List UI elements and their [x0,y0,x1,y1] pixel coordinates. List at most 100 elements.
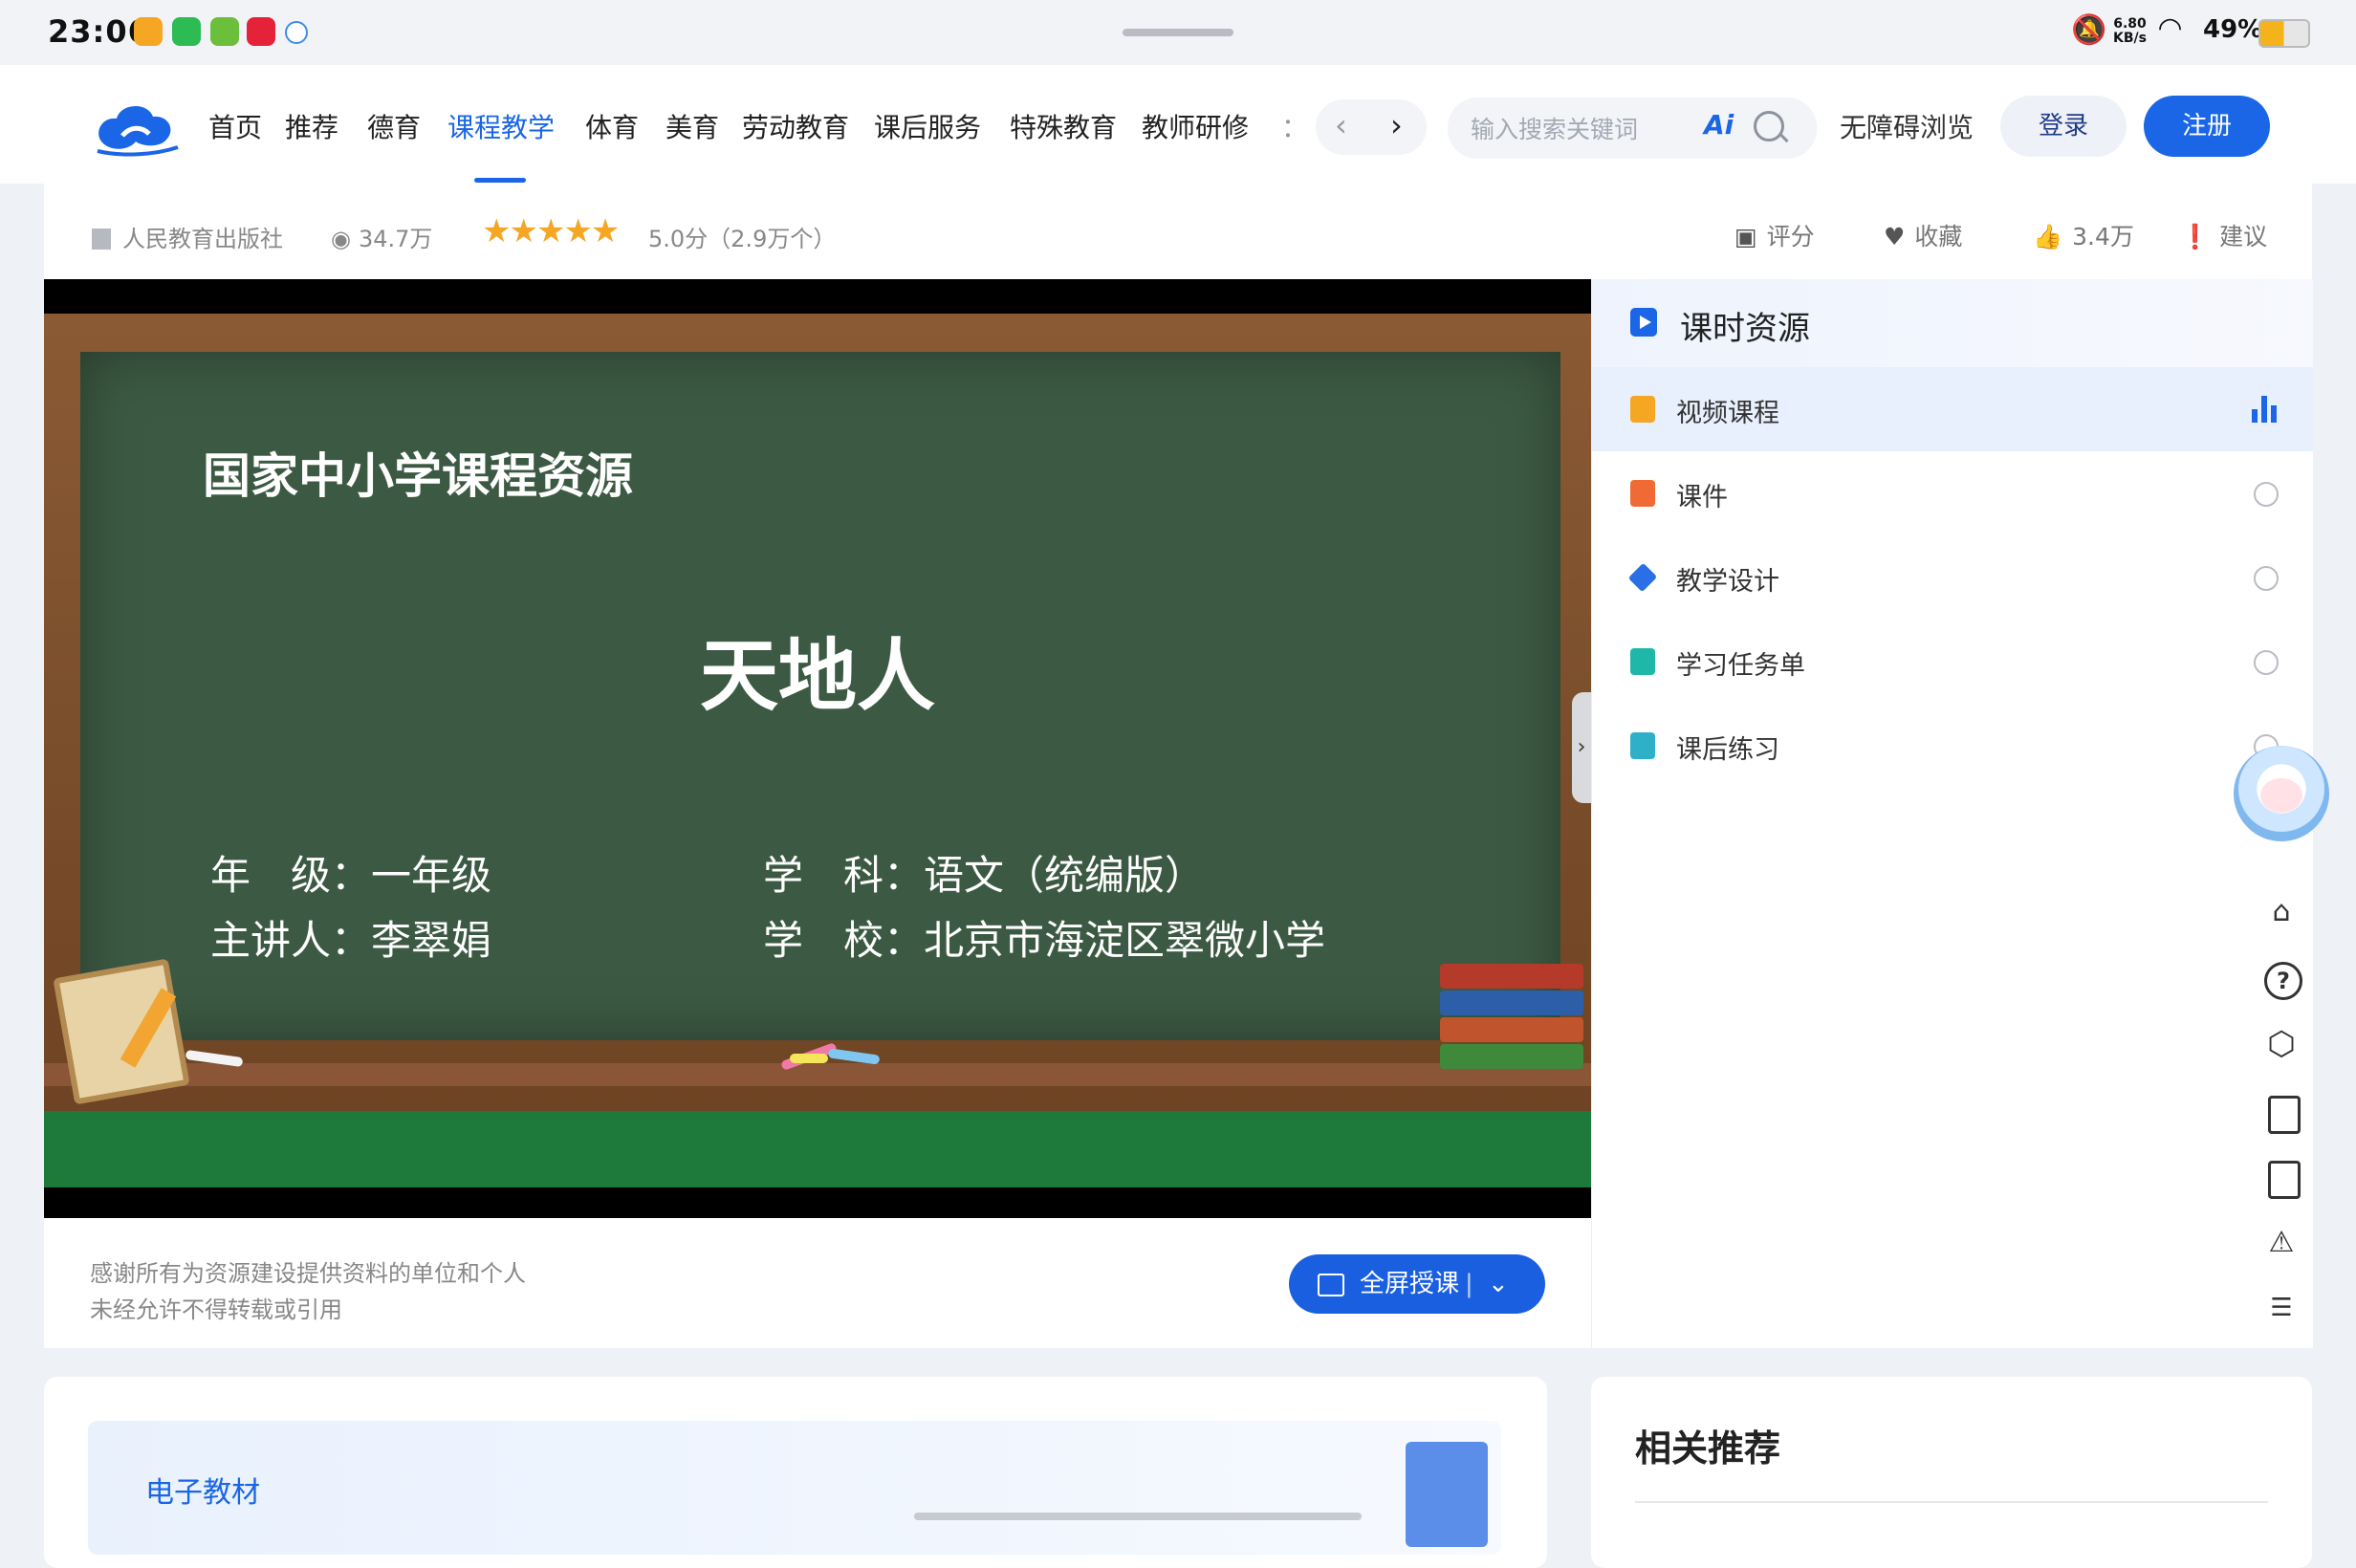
play-icon [1630,308,1657,337]
video-player[interactable]: 国家中小学课程资源 天地人 年 级：一年级 学 科：语文（统编版） 主讲人：李翠… [44,279,1591,1218]
chevron-down-icon[interactable]: ⌄ [1488,1254,1509,1314]
search-icon[interactable] [1754,111,1784,142]
nav-arts[interactable]: 美育 [665,107,719,145]
chalk-ledge [44,1063,1591,1086]
home-indicator[interactable] [914,1513,1362,1520]
screen-icon [1318,1274,1344,1296]
notification-app-icon [210,17,239,46]
resource-task-sheet[interactable]: 学习任务单 [1592,620,2313,704]
ai-search-icon[interactable]: Ai [1704,109,1734,141]
status-bar: 23:06 🔕 6.80 KB/s ◠ 49% [0,0,2356,65]
battery-icon [2258,19,2310,48]
help-icon[interactable]: ? [2264,962,2302,1000]
video-caption: 国家中小学课程资源 [203,448,633,504]
course-info-bar: 人民教育出版社 ◉ 34.7万 ★★★★★ 5.0分（2.9万个） ▣ 评分 ♥ 收藏… [44,184,2312,279]
like-button[interactable]: 👍 3.4万 [2033,218,2134,252]
fullscreen-teaching-button[interactable]: 全屏授课 | ⌄ [1289,1254,1545,1314]
rating-score: 5.0分（2.9万个） [648,226,837,252]
resource-label: 学习任务单 [1676,651,1805,681]
mute-icon: 🔕 [2071,13,2107,47]
assistant-mascot-icon[interactable] [2234,746,2329,841]
eye-icon: ◉ [331,226,351,252]
building-icon [92,229,111,250]
chevron-right-icon[interactable]: › [1390,107,1403,143]
suggest-button[interactable]: ❗ 建议 [2180,218,2267,252]
login-button[interactable]: 登录 [2000,96,2127,157]
chevron-left-icon[interactable]: ‹ [1335,107,1347,143]
resource-label: 教学设计 [1676,567,1779,597]
design-tools-icon [1627,562,1658,593]
wechat-icon [172,17,201,46]
resource-homework[interactable]: 课后练习 [1592,704,2313,788]
wifi-icon: ◠ [2159,11,2182,45]
nav-course-teaching[interactable]: 课程教学 [447,107,555,145]
video-grade: 年 级：一年级 [210,852,492,899]
home-icon[interactable]: ⌂ [2264,895,2299,929]
nav-after-school[interactable]: 课后服务 [874,107,981,145]
publisher: 人民教育出版社 [92,220,283,253]
feedback-icon[interactable]: ⚠ [2264,1226,2299,1260]
active-tab-indicator [474,178,526,183]
related-recommend-card: 相关推荐 [1591,1377,2312,1568]
search-placeholder: 输入搜索关键词 [1471,116,1639,143]
device-icon[interactable] [2268,1096,2301,1134]
textbook-card: 电子教材 [44,1377,1547,1568]
notification-app-icon [134,17,163,46]
video-floor [44,1111,1591,1187]
clipboard-icon [1630,648,1655,675]
nav-recommend[interactable]: 推荐 [285,107,338,145]
nav-home[interactable]: 首页 [208,107,262,145]
resource-video-course[interactable]: 视频课程 [1592,367,2313,451]
resource-label: 视频课程 [1676,399,1779,428]
thanks-note: 感谢所有为资源建设提供资料的单位和个人 [90,1260,526,1287]
battery-percent: 49% [2203,15,2263,44]
top-navigation: 首页 推荐 德育 课程教学 体育 美育 劳动教育 课后服务 特殊教育 教师研修 … [0,65,2356,184]
e-textbook-label: 电子教材 [145,1476,260,1510]
exercise-doc-icon [1630,732,1655,759]
lesson-resources-panel: 课时资源 视频课程 课件 教学设计 学习任务单 课后练习 [1591,279,2313,1348]
mascot-face [2260,778,2302,813]
panel-title: 课时资源 [1680,310,1810,348]
document-icon[interactable] [2268,1161,2301,1199]
collapse-sidebar-toggle[interactable]: › [1572,692,1591,803]
clipboard-illustration [53,958,190,1105]
copyright-note: 未经允许不得转载或引用 [90,1296,342,1323]
net-speed: 6.80 KB/s [2113,16,2147,46]
favorite-button[interactable]: ♥ 收藏 [1884,218,1962,252]
unselected-radio[interactable] [2254,650,2279,675]
unselected-radio[interactable] [2254,566,2279,591]
nav-teacher-training[interactable]: 教师研修 [1142,107,1249,145]
resource-teaching-design[interactable]: 教学设计 [1592,535,2313,620]
notification-app-icon [247,17,275,46]
fullscreen-label: 全屏授课 [1360,1270,1460,1298]
video-footer: 感谢所有为资源建设提供资料的单位和个人 未经允许不得转载或引用 全屏授课 | ⌄ [44,1218,1591,1348]
video-subject: 学 科：语文（统编版） [763,852,1206,899]
playing-bars-icon [2252,394,2279,423]
accessible-browsing-link[interactable]: 无障碍浏览 [1840,107,1974,145]
resource-courseware[interactable]: 课件 [1592,451,2313,535]
nav-special-education[interactable]: 特殊教育 [1010,107,1117,145]
e-textbook-banner[interactable]: 电子教材 [88,1421,1501,1555]
menu-icon[interactable]: ☰ [2264,1291,2299,1325]
notification-app-icon [285,21,308,44]
register-button[interactable]: 注册 [2144,96,2270,157]
view-count: ◉ 34.7万 [331,226,433,252]
resource-label: 课后练习 [1676,735,1779,765]
nav-scroll-arrows: ‹ › [1316,99,1427,155]
chalk-illustration [790,1054,828,1063]
nav-moral-education[interactable]: 德育 [367,107,421,145]
book-icon [1406,1442,1488,1547]
books-illustration [1440,958,1583,1092]
divider [1635,1501,2268,1503]
unselected-radio[interactable] [2254,482,2279,507]
video-lesson-title: 天地人 [699,631,935,722]
nav-more-truncated[interactable]: ： [1281,107,1308,145]
site-logo-icon[interactable] [94,98,180,157]
rate-button[interactable]: ▣ 评分 [1734,218,1815,252]
panel-header: 课时资源 [1592,279,2313,367]
cube-icon[interactable]: ⬡ [2264,1027,2299,1061]
multitask-handle[interactable] [1123,29,1233,36]
nav-labor-education[interactable]: 劳动教育 [742,107,849,145]
nav-sports[interactable]: 体育 [585,107,639,145]
thumbs-up-icon: 👍 [2033,223,2063,250]
